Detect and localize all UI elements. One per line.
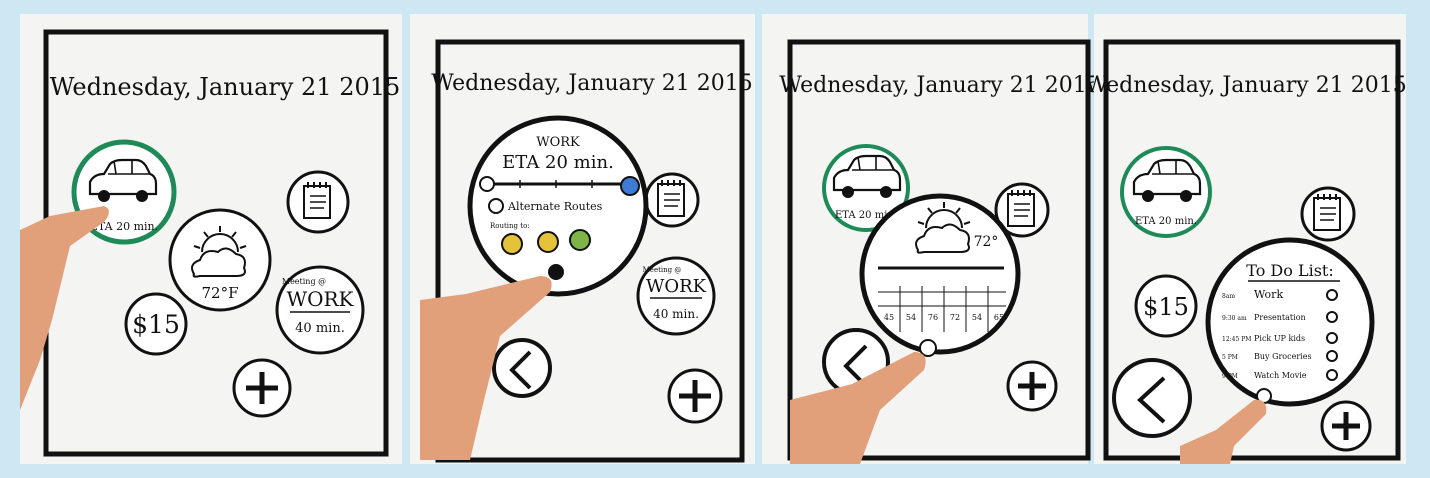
money-label: $15 xyxy=(1143,293,1189,321)
todo-item-time: 9:30 am xyxy=(1222,315,1247,322)
add-button[interactable] xyxy=(1006,360,1058,412)
todo-item-task: Presentation xyxy=(1254,313,1306,322)
forecast-temperature: 54 xyxy=(972,313,982,322)
todo-item-time: 8am xyxy=(1222,293,1235,300)
start-car-icon xyxy=(479,176,495,192)
add-button[interactable] xyxy=(1320,400,1372,452)
todo-item-time: 9 PM xyxy=(1222,373,1238,380)
popup-close-dot[interactable] xyxy=(919,339,937,357)
popup-title: WORK xyxy=(536,135,580,150)
todo-item-time: 5 PM xyxy=(1222,354,1238,361)
add-button[interactable] xyxy=(667,368,723,424)
route-option-1-icon[interactable] xyxy=(501,233,523,255)
money-button[interactable]: $15 xyxy=(1134,274,1198,338)
meeting-place-label: WORK xyxy=(287,287,355,311)
meeting-time-label: 40 min. xyxy=(653,307,699,321)
meeting-prefix-label: Meeting @ xyxy=(282,277,326,286)
route-option-3-icon[interactable] xyxy=(569,229,591,251)
meeting-place-label: WORK xyxy=(646,276,707,297)
current-temperature: 72° xyxy=(974,234,999,250)
add-button[interactable] xyxy=(232,358,292,418)
todo-item-task: Buy Groceries xyxy=(1254,352,1312,361)
meeting-time-label: 40 min. xyxy=(295,321,345,336)
date-header: Wednesday, January 21 2015 xyxy=(431,71,752,96)
forecast-temperature: 54 xyxy=(906,313,916,322)
forecast-temperature: 72 xyxy=(950,313,960,322)
todo-list-button[interactable] xyxy=(286,170,350,234)
temperature-label: 72°F xyxy=(202,284,239,302)
popup-eta: ETA 20 min. xyxy=(502,152,614,173)
meeting-prefix-label: Meeting @ xyxy=(643,266,682,274)
popup-close-dot[interactable] xyxy=(548,264,564,280)
forecast-temperature: 76 xyxy=(928,313,938,322)
back-button[interactable] xyxy=(492,338,552,398)
todo-list-button[interactable] xyxy=(644,172,700,228)
todo-title: To Do List: xyxy=(1246,261,1333,280)
paper-prototype-photo-strip: Wednesday, January 21 2015 ETA 20 min. 7… xyxy=(20,14,1407,464)
date-header: Wednesday, January 21 2015 xyxy=(1085,73,1406,98)
forecast-temperature: 45 xyxy=(884,313,894,322)
meeting-button[interactable]: Meeting @ WORK 40 min. xyxy=(636,256,716,336)
car-eta-label: ETA 20 min. xyxy=(1135,216,1197,227)
todo-item-task: Pick UP kids xyxy=(1254,334,1305,343)
todo-list-popup: To Do List: 8am Work 9:30 am Presentatio… xyxy=(1205,237,1375,407)
routing-to-label: Routing to: xyxy=(490,222,530,230)
route-option-2-icon[interactable] xyxy=(537,231,559,253)
date-header: Wednesday, January 21 2015 xyxy=(779,73,1100,98)
meeting-button[interactable]: Meeting @ WORK 40 min. xyxy=(275,265,365,355)
todo-list-button[interactable] xyxy=(1300,186,1356,242)
prototype-panel-4: Wednesday, January 21 2015 ETA 20 min. $… xyxy=(1085,14,1407,464)
car-button[interactable]: ETA 20 min. xyxy=(1120,146,1212,238)
todo-item-task: Work xyxy=(1254,288,1283,301)
todo-item-time: 12:45 PM xyxy=(1222,336,1251,343)
prototype-panel-2: Wednesday, January 21 2015 Meeting @ WOR… xyxy=(410,14,755,464)
forecast-temperature: 65 xyxy=(994,313,1004,322)
weather-button[interactable]: 72°F xyxy=(168,208,272,312)
todo-item-task: Watch Movie xyxy=(1254,371,1307,380)
destination-globe-icon xyxy=(620,176,640,196)
prototype-panel-1: Wednesday, January 21 2015 ETA 20 min. 7… xyxy=(20,14,402,464)
alternate-routes-label: Alternate Routes xyxy=(507,200,603,213)
route-popup: WORK ETA 20 min. Alternate Routes Routin… xyxy=(467,115,649,297)
money-button[interactable]: $15 xyxy=(124,292,188,356)
back-button[interactable] xyxy=(1112,358,1192,438)
money-label: $15 xyxy=(132,310,180,339)
date-header: Wednesday, January 21 2015 xyxy=(50,73,401,101)
prototype-panel-3: Wednesday, January 21 2015 ETA 20 min. 7… xyxy=(762,14,1101,464)
weather-popup: 72° xyxy=(859,193,1021,357)
